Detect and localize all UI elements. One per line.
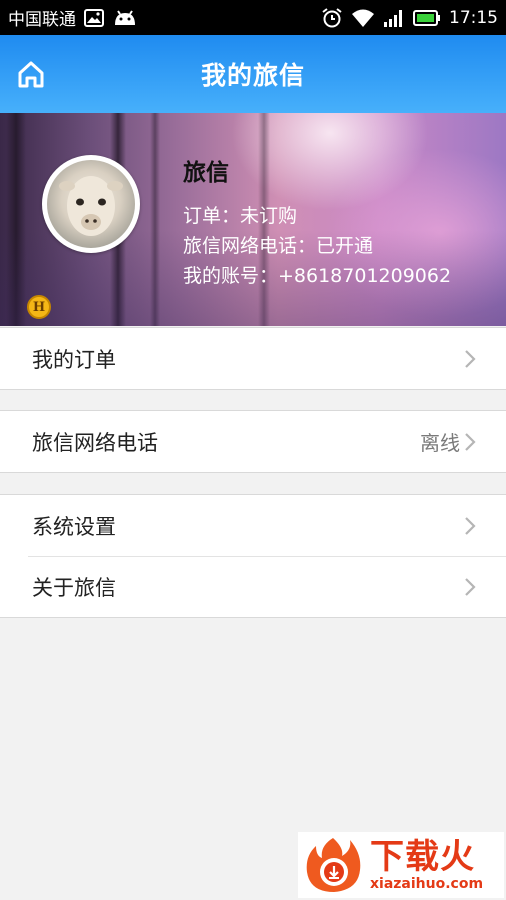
h-badge-icon: H [27,295,51,319]
status-bar: 中国联通 17:15 [0,0,506,35]
account-line: 我的账号：+8618701209062 [183,265,452,287]
menu-item-label: 旅信网络电话 [32,430,158,455]
signal-icon [383,8,405,28]
network-phone-status: 离线 [420,431,460,455]
battery-icon [413,9,441,27]
alarm-icon [321,7,343,29]
android-icon [112,9,138,27]
menu-item-label: 系统设置 [32,514,116,539]
image-icon [84,8,104,27]
home-icon [18,61,44,88]
avatar[interactable] [42,155,140,253]
watermark: 下载火 xiazaihuo.com [298,832,504,898]
menu-group-system: 系统设置 关于旅信 [0,494,506,618]
clock-time: 17:15 [449,7,498,28]
flame-logo-icon [302,834,364,896]
order-status-line: 订单：未订购 [183,205,298,227]
menu-item-network-phone[interactable]: 旅信网络电话 离线 [0,411,506,472]
chevron-right-icon [465,349,476,368]
alpaca-avatar-image [47,160,135,248]
home-button[interactable] [14,57,48,91]
phone-status-line: 旅信网络电话：已开通 [183,235,374,257]
menu-item-my-orders[interactable]: 我的订单 [0,328,506,389]
chevron-right-icon [465,432,476,451]
menu-item-about[interactable]: 关于旅信 [0,556,506,617]
profile-banner: H 旅信 订单：未订购 旅信网络电话：已开通 我的账号：+86187012090… [0,113,506,326]
profile-name: 旅信 [183,160,229,186]
menu-item-label: 我的订单 [32,347,116,372]
title-bar: 我的旅信 [0,35,506,113]
watermark-url: xiazaihuo.com [370,876,484,892]
page-title: 我的旅信 [200,61,305,90]
watermark-title: 下载火 [370,837,475,877]
menu-group-phone: 旅信网络电话 离线 [0,410,506,473]
menu-item-label: 关于旅信 [32,575,116,600]
chevron-right-icon [465,516,476,535]
menu-group-orders: 我的订单 [0,327,506,390]
carrier-label: 中国联通 [8,10,76,30]
chevron-right-icon [465,577,476,596]
menu-item-settings[interactable]: 系统设置 [0,495,506,556]
wifi-icon [351,8,375,28]
